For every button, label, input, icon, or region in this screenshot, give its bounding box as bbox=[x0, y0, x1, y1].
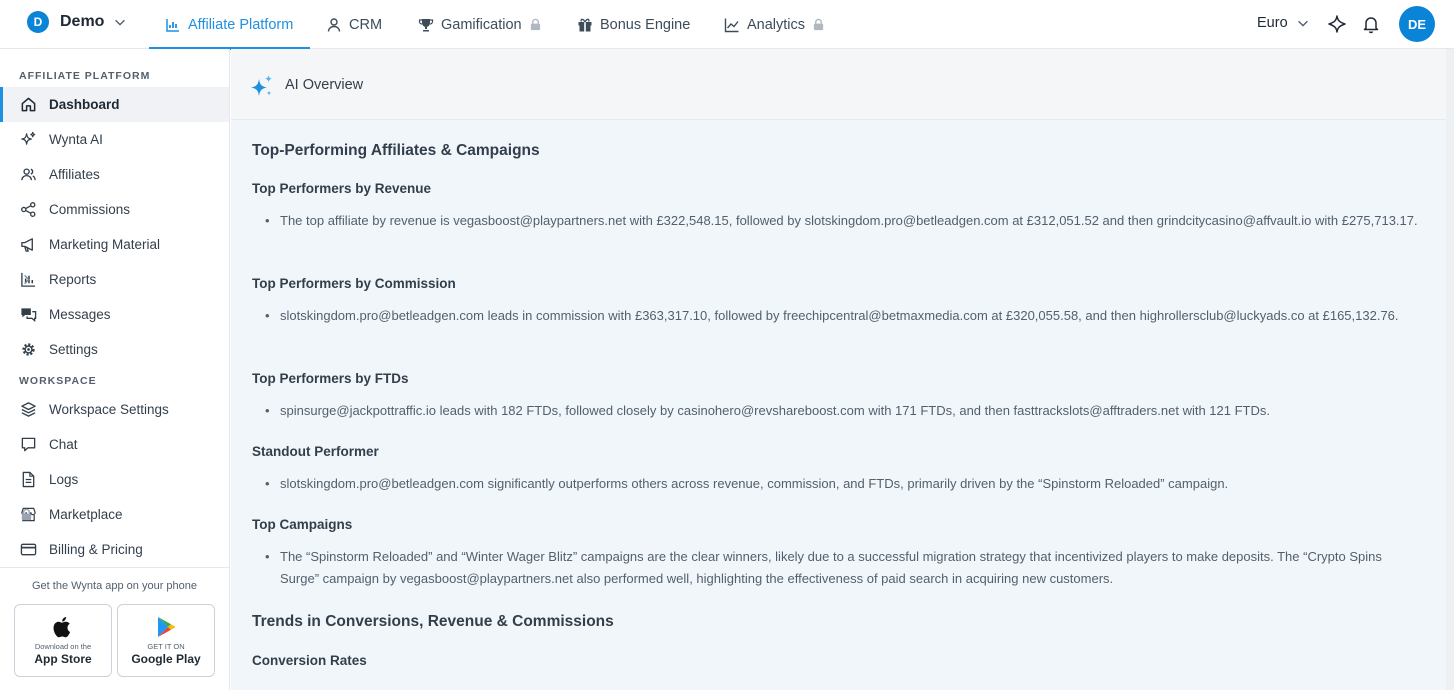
ai-overview-title: AI Overview bbox=[285, 77, 364, 93]
tab-bonus-engine[interactable]: Bonus Engine bbox=[577, 0, 690, 49]
chevron-right-icon bbox=[24, 274, 30, 285]
home-icon bbox=[21, 97, 36, 112]
sidebar-item-workspace-settings[interactable]: Workspace Settings bbox=[0, 392, 229, 427]
line-chart-icon bbox=[724, 18, 739, 32]
document-icon bbox=[22, 471, 35, 488]
sidebar-item-affiliates[interactable]: Affiliates bbox=[0, 157, 229, 192]
list-item: slotskingdom.pro@betleadgen.com leads in… bbox=[265, 305, 1420, 327]
sidebar-item-label: Marketplace bbox=[49, 507, 123, 522]
google-play-label: Google Play bbox=[131, 652, 201, 666]
layers-icon bbox=[21, 402, 36, 417]
bar-chart-icon bbox=[166, 18, 179, 32]
users-icon bbox=[21, 168, 36, 181]
sidebar-item-label: Messages bbox=[49, 307, 111, 322]
ai-overview-header: AI Overview bbox=[231, 49, 1454, 120]
sidebar: AFFILIATE PLATFORM Dashboard Wynta AI Af… bbox=[0, 49, 230, 690]
user-icon bbox=[327, 17, 341, 32]
sidebar-item-messages[interactable]: Messages bbox=[0, 297, 229, 332]
sidebar-divider bbox=[0, 567, 229, 568]
sidebar-section-heading: AFFILIATE PLATFORM bbox=[19, 70, 151, 82]
sidebar-item-reports[interactable]: Reports bbox=[0, 262, 229, 297]
workspace-avatar: D bbox=[27, 11, 49, 33]
list-item: spinsurge@jackpottraffic.io leads with 1… bbox=[265, 400, 1420, 422]
sidebar-item-settings[interactable]: Settings bbox=[0, 332, 229, 367]
section-heading: Top-Performing Affiliates & Campaigns bbox=[252, 142, 540, 159]
sidebar-item-label: Billing & Pricing bbox=[49, 542, 143, 557]
main-content: AI Overview Top-Performing Affiliates & … bbox=[231, 49, 1454, 690]
avatar[interactable]: DE bbox=[1399, 6, 1435, 42]
sidebar-item-logs[interactable]: Logs bbox=[0, 462, 229, 497]
lock-icon bbox=[530, 18, 540, 31]
sidebar-item-billing-pricing[interactable]: Billing & Pricing bbox=[0, 532, 229, 567]
list-item: slotskingdom.pro@betleadgen.com signific… bbox=[265, 473, 1420, 495]
chevron-down-icon bbox=[1297, 20, 1308, 27]
app-store-label: App Store bbox=[34, 652, 92, 666]
subsection-heading: Top Performers by Revenue bbox=[252, 181, 432, 196]
card-icon bbox=[20, 543, 37, 556]
app-promo-text: Get the Wynta app on your phone bbox=[31, 580, 197, 592]
sidebar-section-heading: WORKSPACE bbox=[19, 375, 97, 387]
tab-label: Gamification bbox=[441, 16, 522, 33]
list-item: The “Spinstorm Reloaded” and “Winter Wag… bbox=[265, 546, 1420, 590]
subsection-heading: Top Campaigns bbox=[252, 517, 353, 532]
tab-analytics[interactable]: Analytics bbox=[724, 0, 825, 49]
sidebar-item-marketing-material[interactable]: Marketing Material bbox=[0, 227, 229, 262]
sidebar-item-label: Marketing Material bbox=[49, 237, 161, 252]
workspace-name: Demo bbox=[60, 13, 105, 30]
tab-affiliate-platform[interactable]: Affiliate Platform bbox=[148, 0, 311, 50]
apple-icon bbox=[53, 617, 71, 638]
google-play-button[interactable]: GET IT ON Google Play bbox=[117, 604, 215, 677]
sidebar-item-label: Dashboard bbox=[49, 97, 120, 112]
tab-label: CRM bbox=[349, 16, 383, 33]
currency-label: Euro bbox=[1257, 15, 1288, 31]
app-store-button[interactable]: Download on the App Store bbox=[14, 604, 112, 677]
lock-icon bbox=[21, 508, 32, 521]
tab-gamification[interactable]: Gamification bbox=[418, 0, 542, 49]
lock-icon bbox=[813, 18, 824, 31]
sparkle-icon[interactable] bbox=[1327, 14, 1347, 34]
tab-label: Affiliate Platform bbox=[188, 16, 294, 33]
tab-label: Analytics bbox=[747, 16, 806, 33]
subsection-heading: Conversion Rates bbox=[252, 653, 367, 668]
subsection-heading: Top Performers by Commission bbox=[252, 276, 456, 291]
currency-selector[interactable]: Euro bbox=[1257, 15, 1310, 31]
gear-icon bbox=[22, 343, 35, 356]
scrollbar[interactable] bbox=[1446, 49, 1454, 690]
sidebar-item-label: Reports bbox=[49, 272, 97, 287]
sparkle-icon bbox=[21, 131, 36, 145]
gift-icon bbox=[578, 18, 592, 31]
sidebar-item-label: Commissions bbox=[49, 202, 131, 217]
sidebar-item-label: Affiliates bbox=[49, 167, 100, 182]
section-heading: Trends in Conversions, Revenue & Commiss… bbox=[252, 613, 614, 630]
sparkle-icon bbox=[251, 75, 272, 96]
google-play-icon bbox=[158, 617, 176, 637]
chevron-down-icon bbox=[115, 19, 126, 26]
megaphone-icon bbox=[21, 238, 33, 252]
sidebar-item-label: Settings bbox=[49, 342, 98, 357]
app-store-small-text: Download on the bbox=[34, 642, 92, 651]
chat-icon bbox=[21, 437, 36, 452]
tab-crm[interactable]: CRM bbox=[326, 0, 382, 49]
top-bar: D Demo Affiliate Platform CRM Gamificati… bbox=[0, 0, 1454, 50]
workspace-switcher[interactable]: D Demo bbox=[27, 11, 127, 33]
subsection-heading: Top Performers by FTDs bbox=[252, 371, 409, 386]
sidebar-item-label: Workspace Settings bbox=[49, 402, 169, 417]
share-icon bbox=[21, 202, 36, 217]
sidebar-item-label: Wynta AI bbox=[49, 132, 103, 147]
sidebar-item-dashboard[interactable]: Dashboard bbox=[0, 87, 229, 122]
ai-overview-body: Top-Performing Affiliates & Campaigns To… bbox=[231, 121, 1454, 690]
trophy-icon bbox=[418, 18, 434, 31]
sidebar-item-label: Chat bbox=[49, 437, 78, 452]
tab-label: Bonus Engine bbox=[600, 16, 691, 33]
sidebar-item-wynta-ai[interactable]: Wynta AI bbox=[0, 122, 229, 157]
sidebar-item-marketplace[interactable]: Marketplace bbox=[0, 497, 229, 532]
sidebar-item-label: Logs bbox=[49, 472, 79, 487]
list-item: The top affiliate by revenue is vegasboo… bbox=[265, 210, 1420, 232]
sidebar-item-chat[interactable]: Chat bbox=[0, 427, 229, 462]
sidebar-item-commissions[interactable]: Commissions bbox=[0, 192, 229, 227]
google-play-small-text: GET IT ON bbox=[147, 642, 185, 651]
subsection-heading: Standout Performer bbox=[252, 444, 379, 459]
bell-icon[interactable] bbox=[1361, 14, 1381, 34]
messages-icon bbox=[21, 308, 37, 323]
